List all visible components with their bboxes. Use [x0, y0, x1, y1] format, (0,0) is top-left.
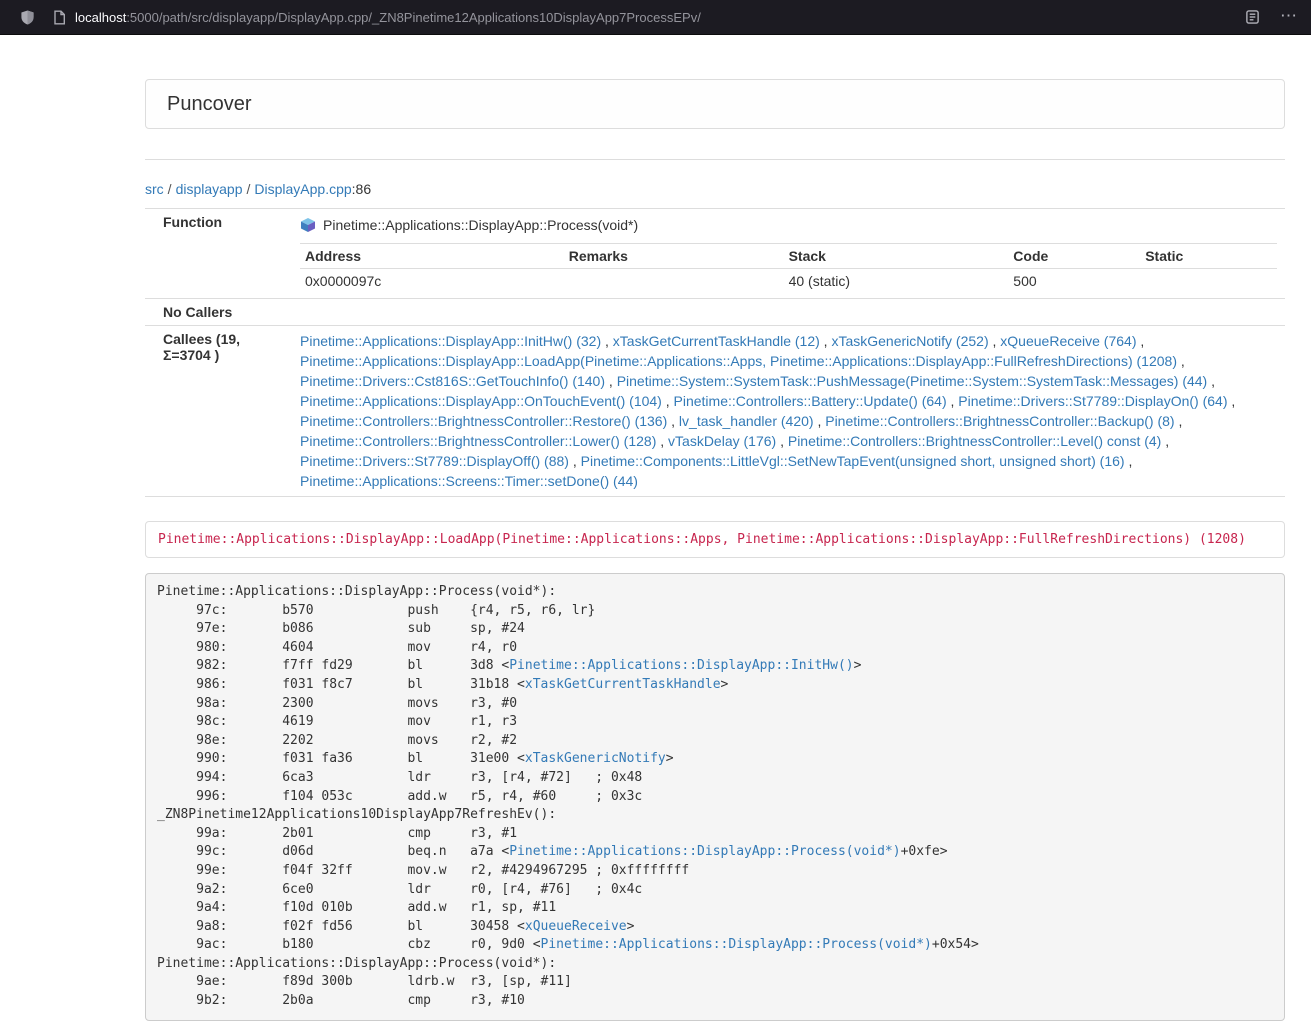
symbol-stats-table: Address Remarks Stack Code Static 0x0000…	[300, 243, 1277, 293]
divider	[145, 159, 1285, 160]
browser-chrome: localhost:5000/path/src/displayapp/Displ…	[0, 0, 1311, 35]
callee-separator: ,	[569, 453, 581, 469]
breadcrumb-line-number: :86	[352, 181, 371, 197]
disassembly-symbol-link[interactable]: Pinetime::Applications::DisplayApp::Proc…	[509, 844, 900, 859]
column-header-stack: Stack	[784, 244, 1009, 269]
breadcrumb-file-link[interactable]: DisplayApp.cpp	[254, 181, 351, 197]
callee-separator: ,	[947, 393, 959, 409]
callee-separator: ,	[1207, 373, 1215, 389]
callee-link[interactable]: xTaskGetCurrentTaskHandle (12)	[613, 333, 820, 349]
callee-link[interactable]: vTaskDelay (176)	[668, 433, 776, 449]
no-callers-row: No Callers	[145, 299, 1285, 326]
callee-link[interactable]: Pinetime::Applications::DisplayApp::OnTo…	[300, 393, 662, 409]
address-value: 0x0000097c	[300, 269, 564, 294]
disassembly-symbol-link[interactable]: xQueueReceive	[525, 919, 627, 934]
page-container: Puncover src/displayapp/DisplayApp.cpp:8…	[145, 79, 1285, 1021]
callees-list: Pinetime::Applications::DisplayApp::Init…	[292, 326, 1285, 497]
callee-separator: ,	[1175, 413, 1183, 429]
static-value	[1140, 269, 1277, 294]
callee-link[interactable]: xTaskGenericNotify (252)	[831, 333, 988, 349]
callee-link[interactable]: Pinetime::Applications::DisplayApp::Init…	[300, 333, 601, 349]
callee-link[interactable]: Pinetime::Controllers::BrightnessControl…	[300, 413, 667, 429]
puncover-header: Puncover	[145, 79, 1285, 129]
url-host: localhost	[75, 10, 126, 25]
breadcrumb-separator: /	[164, 181, 176, 197]
callee-separator: ,	[1125, 453, 1133, 469]
function-name: Pinetime::Applications::DisplayApp::Proc…	[323, 215, 638, 235]
callee-separator: ,	[989, 333, 1001, 349]
method-icon	[300, 217, 316, 233]
callees-label: Callees (19, Σ=3704 )	[145, 326, 292, 497]
breadcrumb-displayapp-link[interactable]: displayapp	[176, 181, 243, 197]
callee-separator: ,	[1136, 333, 1144, 349]
callee-link[interactable]: Pinetime::System::SystemTask::PushMessag…	[617, 373, 1208, 389]
disassembly-symbol-link[interactable]: xTaskGetCurrentTaskHandle	[525, 677, 721, 692]
url-path: :5000/path/src/displayapp/DisplayApp.cpp…	[126, 10, 701, 25]
highlighted-symbol-text: Pinetime::Applications::DisplayApp::Load…	[158, 532, 1246, 547]
breadcrumb-src-link[interactable]: src	[145, 181, 164, 197]
callee-separator: ,	[820, 333, 832, 349]
callee-separator: ,	[667, 413, 679, 429]
callee-link[interactable]: Pinetime::Controllers::BrightnessControl…	[300, 433, 656, 449]
callee-separator: ,	[605, 373, 617, 389]
column-header-code: Code	[1008, 244, 1140, 269]
callee-separator: ,	[1161, 433, 1169, 449]
breadcrumb: src/displayapp/DisplayApp.cpp:86	[145, 181, 1285, 197]
function-row: Function Pinetime::Applications::Display…	[145, 209, 1285, 299]
breadcrumb-separator: /	[243, 181, 255, 197]
url-text: localhost:5000/path/src/displayapp/Displ…	[75, 10, 701, 25]
callee-separator: ,	[814, 413, 826, 429]
callee-link[interactable]: Pinetime::Applications::DisplayApp::Load…	[300, 353, 1177, 369]
callee-link[interactable]: lv_task_handler (420)	[679, 413, 814, 429]
callee-separator: ,	[601, 333, 613, 349]
site-page-icon	[53, 10, 66, 25]
callee-separator: ,	[776, 433, 788, 449]
highlighted-symbol[interactable]: Pinetime::Applications::DisplayApp::Load…	[145, 521, 1285, 558]
callee-link[interactable]: Pinetime::Controllers::Battery::Update()…	[674, 393, 947, 409]
reader-view-icon[interactable]	[1245, 9, 1260, 25]
callee-separator: ,	[1177, 353, 1185, 369]
no-callers-label: No Callers	[145, 299, 292, 326]
url-bar[interactable]: localhost:5000/path/src/displayapp/Displ…	[53, 10, 1225, 25]
callee-separator: ,	[662, 393, 674, 409]
column-header-static: Static	[1140, 244, 1277, 269]
callee-link[interactable]: Pinetime::Components::LittleVgl::SetNewT…	[581, 453, 1125, 469]
disassembly-symbol-link[interactable]: Pinetime::Applications::DisplayApp::Proc…	[541, 937, 932, 952]
callee-link[interactable]: Pinetime::Controllers::BrightnessControl…	[788, 433, 1161, 449]
disassembly-code: Pinetime::Applications::DisplayApp::Proc…	[145, 573, 1285, 1021]
stack-value: 40 (static)	[784, 269, 1009, 294]
stats-value-row: 0x0000097c 40 (static) 500	[300, 269, 1277, 294]
callee-link[interactable]: Pinetime::Drivers::St7789::DisplayOff() …	[300, 453, 569, 469]
function-label: Function	[145, 209, 292, 299]
remarks-value	[564, 269, 784, 294]
tracking-protection-shield-icon[interactable]	[20, 9, 35, 26]
callee-link[interactable]: Pinetime::Drivers::Cst816S::GetTouchInfo…	[300, 373, 605, 389]
function-name-row: Pinetime::Applications::DisplayApp::Proc…	[300, 214, 1277, 238]
callee-link[interactable]: Pinetime::Controllers::BrightnessControl…	[825, 413, 1174, 429]
stats-header-row: Address Remarks Stack Code Static	[300, 244, 1277, 269]
callee-link[interactable]: Pinetime::Drivers::St7789::DisplayOn() (…	[958, 393, 1227, 409]
function-table: Function Pinetime::Applications::Display…	[145, 208, 1285, 497]
disassembly-symbol-link[interactable]: Pinetime::Applications::DisplayApp::Init…	[509, 658, 853, 673]
callee-separator: ,	[1228, 393, 1236, 409]
more-tools-icon[interactable]: ⋯	[1280, 7, 1297, 28]
callee-link[interactable]: xQueueReceive (764)	[1000, 333, 1136, 349]
callees-row: Callees (19, Σ=3704 ) Pinetime::Applicat…	[145, 326, 1285, 497]
code-value: 500	[1008, 269, 1140, 294]
column-header-remarks: Remarks	[564, 244, 784, 269]
callee-link[interactable]: Pinetime::Applications::Screens::Timer::…	[300, 473, 638, 489]
disassembly-symbol-link[interactable]: xTaskGenericNotify	[525, 751, 666, 766]
brand-title: Puncover	[167, 93, 252, 116]
callee-separator: ,	[656, 433, 668, 449]
column-header-address: Address	[300, 244, 564, 269]
